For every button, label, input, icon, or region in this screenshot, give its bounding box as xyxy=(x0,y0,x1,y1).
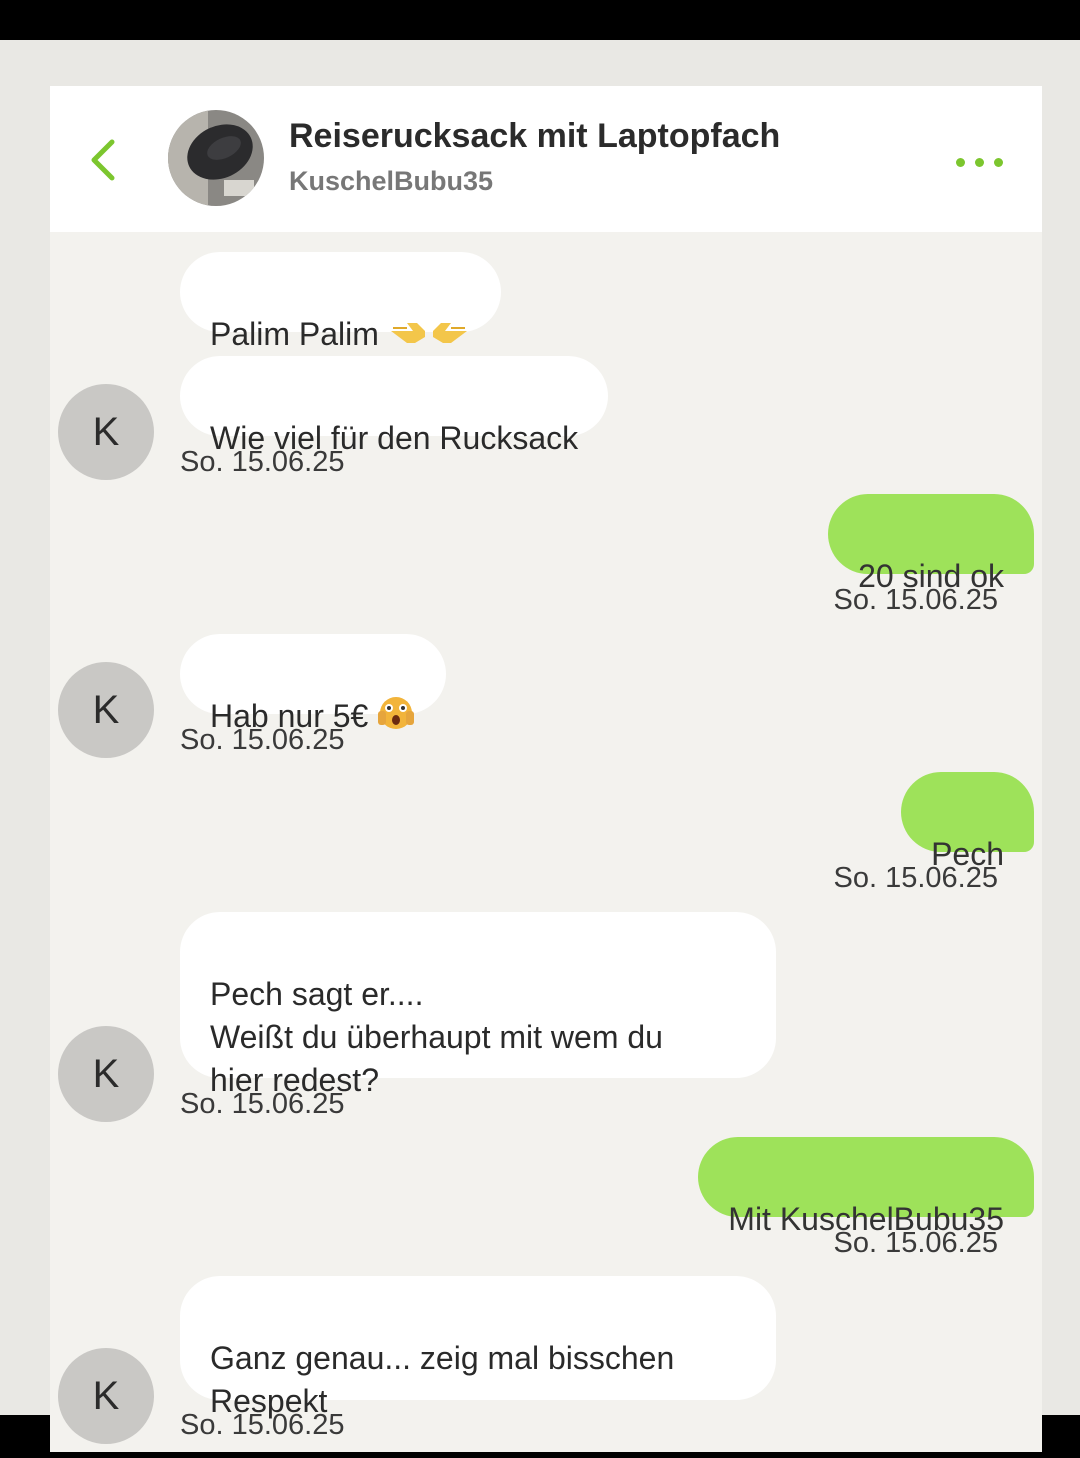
contact-avatar[interactable]: K xyxy=(58,662,154,758)
message-timestamp: So. 15.06.25 xyxy=(180,1088,345,1120)
contact-avatar[interactable]: K xyxy=(58,1026,154,1122)
message-timestamp: So. 15.06.25 xyxy=(180,446,345,478)
incoming-message: Hab nur 5€ xyxy=(180,634,447,734)
message-timestamp: So. 15.06.25 xyxy=(833,584,998,616)
message-timestamp: So. 15.06.25 xyxy=(833,1227,998,1259)
message-timestamp: So. 15.06.25 xyxy=(180,724,345,756)
incoming-message: Palim Palim xyxy=(180,252,501,352)
avatar-letter: K xyxy=(92,687,120,732)
incoming-message: Pech sagt er.... Weißt du überhaupt mit … xyxy=(180,912,776,1098)
back-arrow-icon[interactable] xyxy=(84,136,124,184)
message-text: Ganz genau... zeig mal bisschen Respekt xyxy=(210,1340,675,1419)
avatar-letter: K xyxy=(92,409,120,454)
contact-avatar[interactable]: K xyxy=(58,1348,154,1444)
outgoing-message: Mit KuschelBubu35 xyxy=(698,1137,1034,1237)
outgoing-message: Pech xyxy=(901,772,1034,872)
chat-header: Reiserucksack mit Laptopfach KuschelBubu… xyxy=(50,86,1042,232)
contact-avatar[interactable]: K xyxy=(58,384,154,480)
pointing-hands-icon xyxy=(387,314,471,359)
listing-title: Reiserucksack mit Laptopfach xyxy=(289,117,781,155)
message-text: Palim Palim xyxy=(210,316,379,352)
listing-thumbnail[interactable] xyxy=(168,110,264,206)
incoming-message: Wie viel für den Rucksack xyxy=(180,356,609,456)
message-timestamp: So. 15.06.25 xyxy=(180,1409,345,1441)
avatar-letter: K xyxy=(92,1373,120,1418)
shocked-face-icon xyxy=(376,695,416,742)
more-options-icon[interactable] xyxy=(950,152,1010,174)
incoming-message: Ganz genau... zeig mal bisschen Respekt xyxy=(180,1276,776,1419)
outgoing-message: 20 sind ok xyxy=(828,494,1034,594)
message-timestamp: So. 15.06.25 xyxy=(833,862,998,894)
message-text: Pech sagt er.... Weißt du überhaupt mit … xyxy=(210,976,663,1098)
avatar-letter: K xyxy=(92,1051,120,1096)
screenshot-frame: Reiserucksack mit Laptopfach KuschelBubu… xyxy=(0,40,1080,1452)
chat-screen: Reiserucksack mit Laptopfach KuschelBubu… xyxy=(50,86,1042,1452)
seller-username: KuschelBubu35 xyxy=(289,166,494,196)
